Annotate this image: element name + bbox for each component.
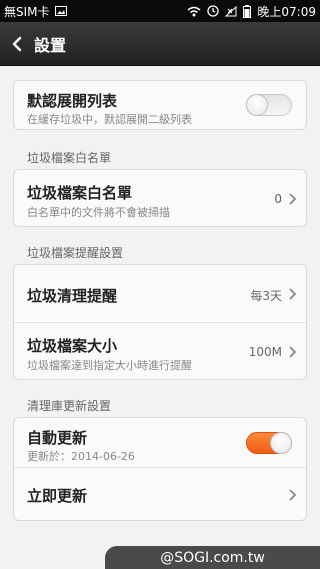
junk-size-subtitle: 垃圾檔案達到指定大小時進行提醒 [27,359,192,372]
settings-content: 默認展開列表 在緩存垃圾中，默認展開二級列表 垃圾檔案白名單 垃圾檔案白名單 白… [0,66,320,546]
watermark: @SOGI.com.tw [105,546,320,569]
auto-update-title: 自動更新 [27,429,88,447]
chevron-right-icon [289,288,296,300]
chevron-right-icon [289,346,296,358]
chevron-right-icon [289,489,296,501]
update-card: 自動更新 更新於：2014-06-26 立即更新 [13,417,307,521]
back-arrow-icon [12,36,22,51]
no-signal-icon [225,5,237,17]
expand-list-card: 默認展開列表 在緩存垃圾中，默認展開二級列表 [13,80,307,130]
section-label-update: 清理庫更新設置 [27,399,112,413]
expand-list-subtitle: 在緩存垃圾中，默認展開二級列表 [27,113,192,126]
reminder-card: 垃圾清理提醒 每3天 垃圾檔案大小 垃圾檔案達到指定大小時進行提醒 100M [13,264,307,380]
expand-list-title: 默認展開列表 [27,92,118,110]
auto-update-toggle[interactable] [246,432,292,454]
page-title: 設置 [34,35,67,55]
whitelist-title: 垃圾檔案白名單 [27,184,133,202]
whitelist-subtitle: 白名單中的文件將不會被掃描 [27,206,170,219]
sync-icon [207,5,220,17]
section-label-whitelist: 垃圾檔案白名單 [27,151,112,165]
whitelist-count: 0 [274,192,282,206]
cleanup-reminder-title: 垃圾清理提醒 [27,287,118,305]
auto-update-row[interactable]: 自動更新 更新於：2014-06-26 [14,418,306,468]
wifi-icon [187,6,201,17]
cleanup-reminder-value: 每3天 [250,289,282,303]
expand-list-row[interactable]: 默認展開列表 在緩存垃圾中，默認展開二級列表 [14,81,306,129]
expand-list-toggle[interactable] [246,94,292,116]
back-button[interactable] [0,22,34,66]
whitelist-row[interactable]: 垃圾檔案白名單 白名單中的文件將不會被掃描 0 [14,170,306,226]
battery-icon [243,4,252,18]
junk-size-title: 垃圾檔案大小 [27,337,118,355]
title-bar: 設置 [0,22,320,66]
junk-size-value: 100M [248,345,282,359]
update-now-row[interactable]: 立即更新 [14,468,306,520]
clock: 晚上07:09 [257,4,316,19]
auto-update-date: 更新於：2014-06-26 [27,450,135,463]
chevron-right-icon [289,193,296,205]
junk-size-row[interactable]: 垃圾檔案大小 垃圾檔案達到指定大小時進行提醒 100M [14,323,306,379]
status-bar: 無SIM卡 晚上07:09 [0,0,320,22]
cleanup-reminder-row[interactable]: 垃圾清理提醒 每3天 [14,265,306,323]
carrier-label: 無SIM卡 [4,4,50,19]
update-now-title: 立即更新 [27,487,88,505]
image-notification-icon [54,6,67,16]
section-label-reminder: 垃圾檔案提醒設置 [27,246,124,260]
whitelist-card: 垃圾檔案白名單 白名單中的文件將不會被掃描 0 [13,169,307,227]
